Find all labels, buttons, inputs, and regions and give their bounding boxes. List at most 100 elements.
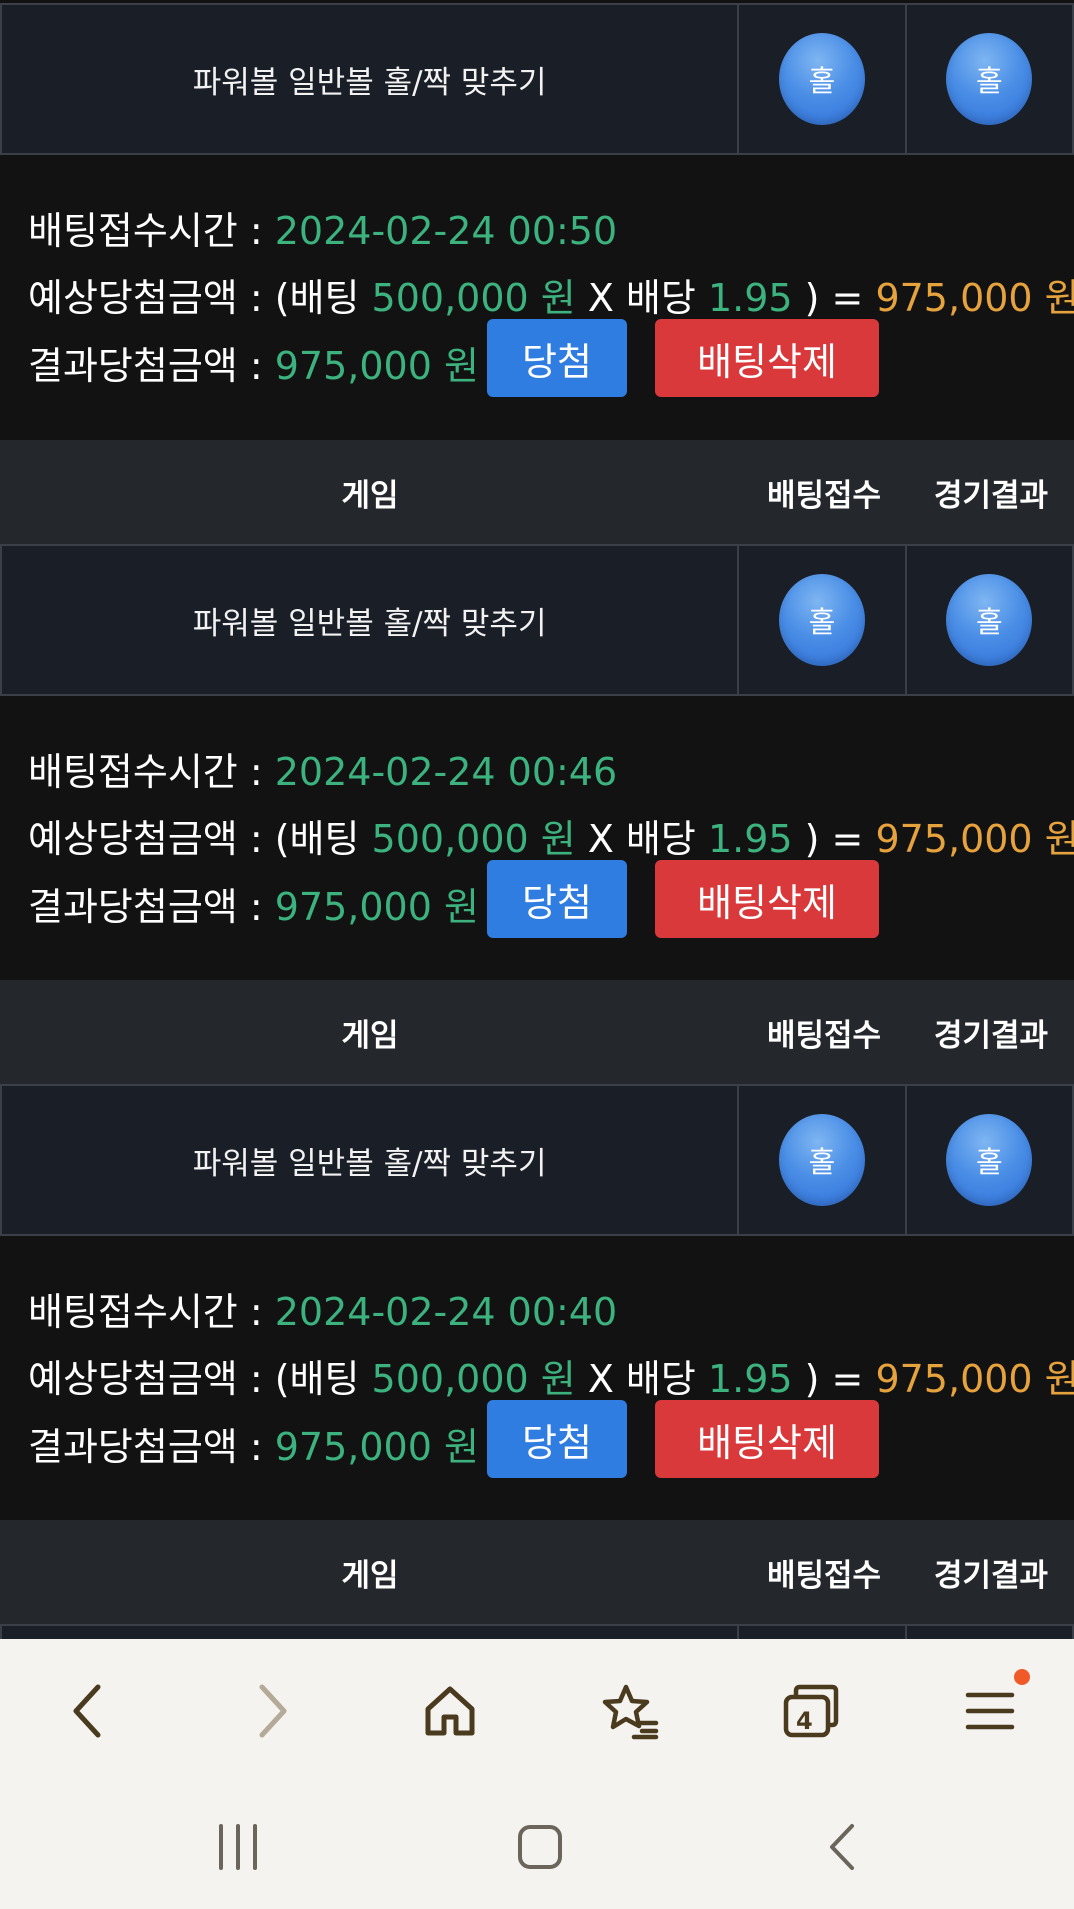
hamburger-menu-icon bbox=[965, 1692, 1015, 1730]
game-row: 파워볼 일반볼 홀/짝 맞추기 홀 홀 bbox=[0, 3, 1074, 155]
delete-bet-button[interactable]: 배팅삭제 bbox=[655, 860, 879, 938]
odds: 1.95 bbox=[707, 276, 793, 320]
header-result: 경기결과 bbox=[933, 1557, 1049, 1594]
game-name: 파워볼 일반볼 홀/짝 맞추기 bbox=[2, 1086, 740, 1234]
result-pick-ball: 홀 bbox=[946, 574, 1033, 666]
result-line: 결과당첨금액 : 975,000 원 bbox=[28, 876, 479, 931]
header-result: 경기결과 bbox=[933, 1017, 1049, 1054]
table-header: 게임 배팅접수 경기결과 bbox=[0, 440, 1074, 544]
expected-label: 예상당첨금액 : (배팅 bbox=[28, 1357, 372, 1401]
game-row: 파워볼 일반볼 홀/짝 맞추기 홀 홀 bbox=[0, 544, 1074, 696]
forward-button[interactable] bbox=[232, 1671, 312, 1751]
odds: 1.95 bbox=[707, 817, 793, 861]
result-pick-ball: 홀 bbox=[946, 33, 1033, 125]
bet-pick-ball: 홀 bbox=[778, 574, 865, 666]
result-line: 결과당첨금액 : 975,000 원 bbox=[28, 1416, 479, 1471]
expected-label: 예상당첨금액 : (배팅 bbox=[28, 276, 372, 320]
win-button[interactable]: 당첨 bbox=[487, 860, 627, 938]
result-label: 결과당첨금액 : bbox=[28, 885, 275, 929]
expected-amount: 975,000 원 bbox=[875, 276, 1074, 320]
notification-dot bbox=[1014, 1669, 1030, 1685]
chevron-left-icon bbox=[73, 1684, 101, 1738]
recents-icon bbox=[219, 1824, 257, 1870]
delete-bet-button[interactable]: 배팅삭제 bbox=[655, 319, 879, 397]
tabs-button[interactable]: 4 bbox=[770, 1671, 850, 1751]
header-result: 경기결과 bbox=[933, 477, 1049, 514]
menu-button[interactable] bbox=[950, 1669, 1030, 1751]
home-button[interactable] bbox=[410, 1671, 490, 1751]
back-chevron-icon bbox=[830, 1824, 854, 1870]
bet-info: 배팅접수시간 : 2024-02-24 00:50 예상당첨금액 : (배팅 5… bbox=[0, 155, 1074, 443]
result-line: 결과당첨금액 : 975,000 원 bbox=[28, 335, 479, 390]
result-amount: 975,000 원 bbox=[274, 344, 479, 388]
bet-time: 2024-02-24 00:50 bbox=[274, 209, 618, 253]
star-list-icon bbox=[602, 1684, 659, 1740]
header-bet: 배팅접수 bbox=[766, 1017, 882, 1054]
expected-line: 예상당첨금액 : (배팅 500,000 원 X 배당 1.95 ) = 975… bbox=[28, 1348, 1074, 1403]
bet-amount: 500,000 원 bbox=[371, 276, 576, 320]
bet-time-line: 배팅접수시간 : 2024-02-24 00:40 bbox=[28, 1281, 617, 1336]
game-row: 파워볼 일반볼 홀/짝 맞추기 홀 홀 bbox=[0, 1084, 1074, 1236]
bet-pick-cell bbox=[739, 1626, 907, 1639]
bet-time-line: 배팅접수시간 : 2024-02-24 00:46 bbox=[28, 741, 617, 796]
bookmarks-button[interactable] bbox=[590, 1671, 670, 1751]
expected-amount: 975,000 원 bbox=[875, 1357, 1074, 1401]
bet-info: 배팅접수시간 : 2024-02-24 00:46 예상당첨금액 : (배팅 5… bbox=[0, 696, 1074, 984]
expected-label: 예상당첨금액 : (배팅 bbox=[28, 817, 372, 861]
header-bet: 배팅접수 bbox=[766, 1557, 882, 1594]
recents-button[interactable] bbox=[198, 1807, 278, 1887]
result-amount: 975,000 원 bbox=[274, 885, 479, 929]
system-back-button[interactable] bbox=[802, 1807, 882, 1887]
x-label: X 배당 bbox=[575, 1357, 708, 1401]
header-bet: 배팅접수 bbox=[766, 477, 882, 514]
bet-info: 배팅접수시간 : 2024-02-24 00:40 예상당첨금액 : (배팅 5… bbox=[0, 1236, 1074, 1524]
system-home-button[interactable] bbox=[500, 1807, 580, 1887]
bet-pick-cell: 홀 bbox=[739, 1086, 907, 1234]
header-game: 게임 bbox=[341, 1017, 399, 1054]
header-game: 게임 bbox=[341, 477, 399, 514]
x-label: X 배당 bbox=[575, 276, 708, 320]
game-row bbox=[0, 1624, 1074, 1639]
eq-label: ) = bbox=[792, 276, 876, 320]
win-button[interactable]: 당첨 bbox=[487, 319, 627, 397]
x-label: X 배당 bbox=[575, 817, 708, 861]
result-label: 결과당첨금액 : bbox=[28, 1425, 275, 1469]
eq-label: ) = bbox=[792, 1357, 876, 1401]
system-navigation-bar bbox=[0, 1779, 1074, 1909]
bet-time: 2024-02-24 00:46 bbox=[274, 750, 618, 794]
delete-bet-button[interactable]: 배팅삭제 bbox=[655, 1400, 879, 1478]
bet-pick-ball: 홀 bbox=[778, 1114, 865, 1206]
result-pick-cell: 홀 bbox=[907, 5, 1072, 153]
chevron-right-icon bbox=[259, 1684, 287, 1738]
win-button[interactable]: 당첨 bbox=[487, 1400, 627, 1478]
game-name bbox=[2, 1626, 740, 1639]
odds: 1.95 bbox=[707, 1357, 793, 1401]
bet-pick-cell: 홀 bbox=[739, 546, 907, 694]
bet-time-label: 배팅접수시간 : bbox=[28, 750, 275, 794]
home-square-icon bbox=[518, 1825, 562, 1869]
result-pick-cell bbox=[907, 1626, 1072, 1639]
bet-amount: 500,000 원 bbox=[371, 817, 576, 861]
expected-line: 예상당첨금액 : (배팅 500,000 원 X 배당 1.95 ) = 975… bbox=[28, 267, 1074, 322]
result-label: 결과당첨금액 : bbox=[28, 344, 275, 388]
expected-amount: 975,000 원 bbox=[875, 817, 1074, 861]
bet-pick-ball: 홀 bbox=[778, 33, 865, 125]
header-game: 게임 bbox=[341, 1557, 399, 1594]
bet-time: 2024-02-24 00:40 bbox=[274, 1290, 618, 1334]
result-pick-cell: 홀 bbox=[907, 546, 1072, 694]
result-amount: 975,000 원 bbox=[274, 1425, 479, 1469]
bet-time-label: 배팅접수시간 : bbox=[28, 209, 275, 253]
table-header: 게임 배팅접수 경기결과 bbox=[0, 1520, 1074, 1624]
result-pick-ball: 홀 bbox=[946, 1114, 1033, 1206]
tabs-count: 4 bbox=[796, 1707, 813, 1735]
bet-history-list: 파워볼 일반볼 홀/짝 맞추기 홀 홀 배팅접수시간 : 2024-02-24 … bbox=[0, 0, 1074, 1639]
game-name: 파워볼 일반볼 홀/짝 맞추기 bbox=[2, 546, 740, 694]
bet-time-label: 배팅접수시간 : bbox=[28, 1290, 275, 1334]
back-button[interactable] bbox=[48, 1671, 128, 1751]
home-icon bbox=[425, 1686, 475, 1736]
eq-label: ) = bbox=[792, 817, 876, 861]
result-pick-cell: 홀 bbox=[907, 1086, 1072, 1234]
bet-time-line: 배팅접수시간 : 2024-02-24 00:50 bbox=[28, 200, 617, 255]
expected-line: 예상당첨금액 : (배팅 500,000 원 X 배당 1.95 ) = 975… bbox=[28, 808, 1074, 863]
browser-toolbar: 4 bbox=[0, 1639, 1074, 1779]
